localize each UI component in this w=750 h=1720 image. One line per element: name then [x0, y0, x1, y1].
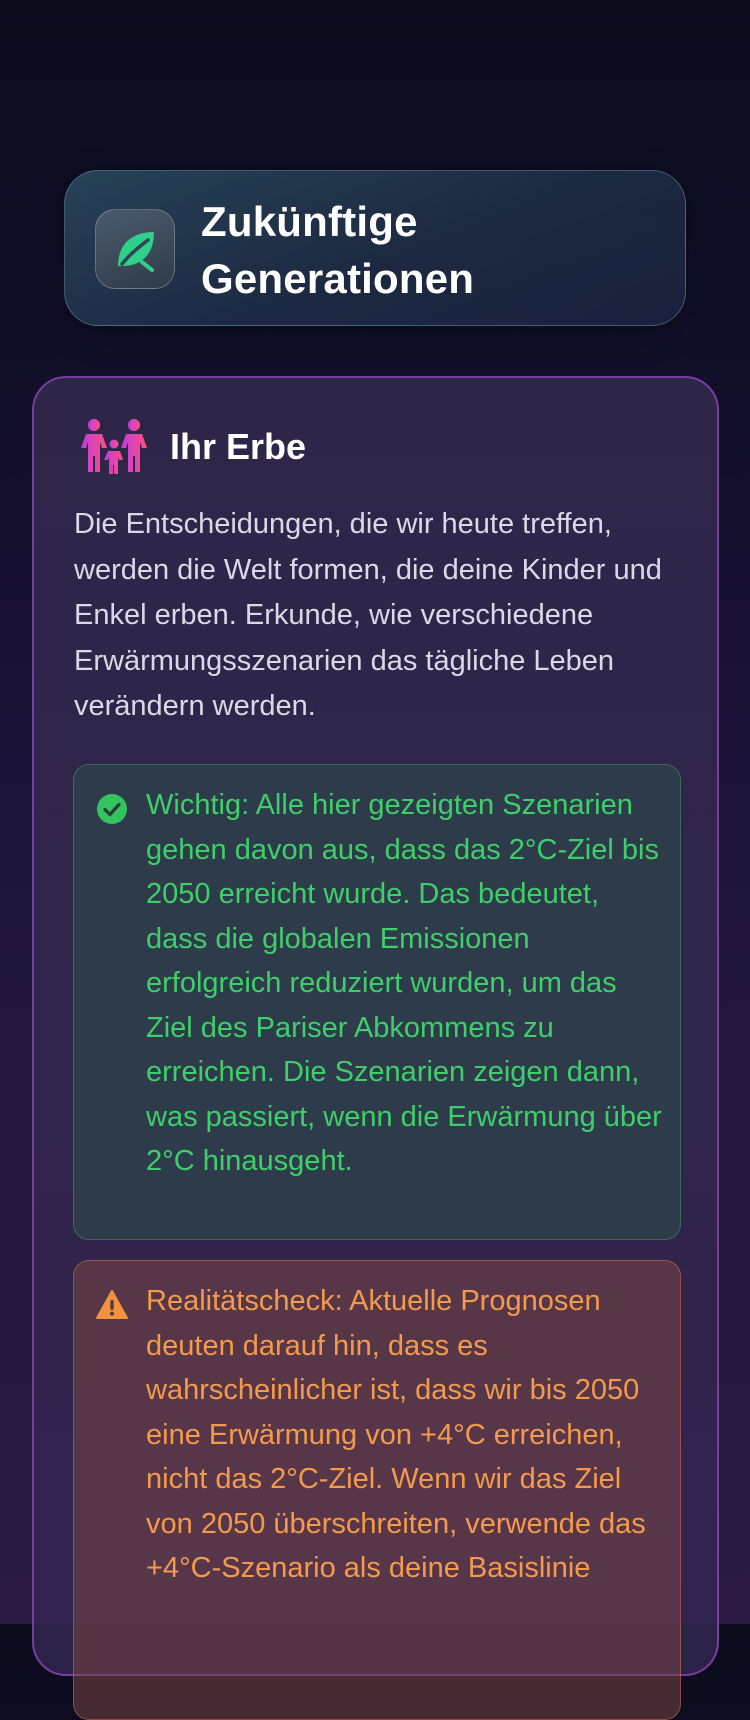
leaf-icon	[95, 209, 175, 289]
reality-check-text: Realitätscheck: Aktuelle Prognosen deute…	[146, 1285, 646, 1584]
important-note: Wichtig: Alle hier gezeigten Szenarien g…	[73, 764, 681, 1240]
important-note-text: Wichtig: Alle hier gezeigten Szenarien g…	[146, 789, 662, 1177]
section-title: Ihr Erbe	[170, 426, 307, 467]
family-icon	[81, 419, 147, 474]
reality-check-note: Realitätscheck: Aktuelle Prognosen deute…	[73, 1260, 681, 1720]
warning-triangle-icon	[96, 1290, 128, 1319]
app-header-card: Zukünftige Generationen	[64, 170, 686, 326]
check-circle-icon	[97, 794, 127, 824]
intro-paragraph: Die Entscheidungen, die wir heute treffe…	[74, 508, 662, 722]
section-header: Ihr Erbe	[80, 418, 306, 476]
legacy-card: Ihr Erbe Die Entscheidungen, die wir heu…	[32, 376, 719, 1720]
app-title: Zukünftige Generationen	[201, 198, 475, 302]
